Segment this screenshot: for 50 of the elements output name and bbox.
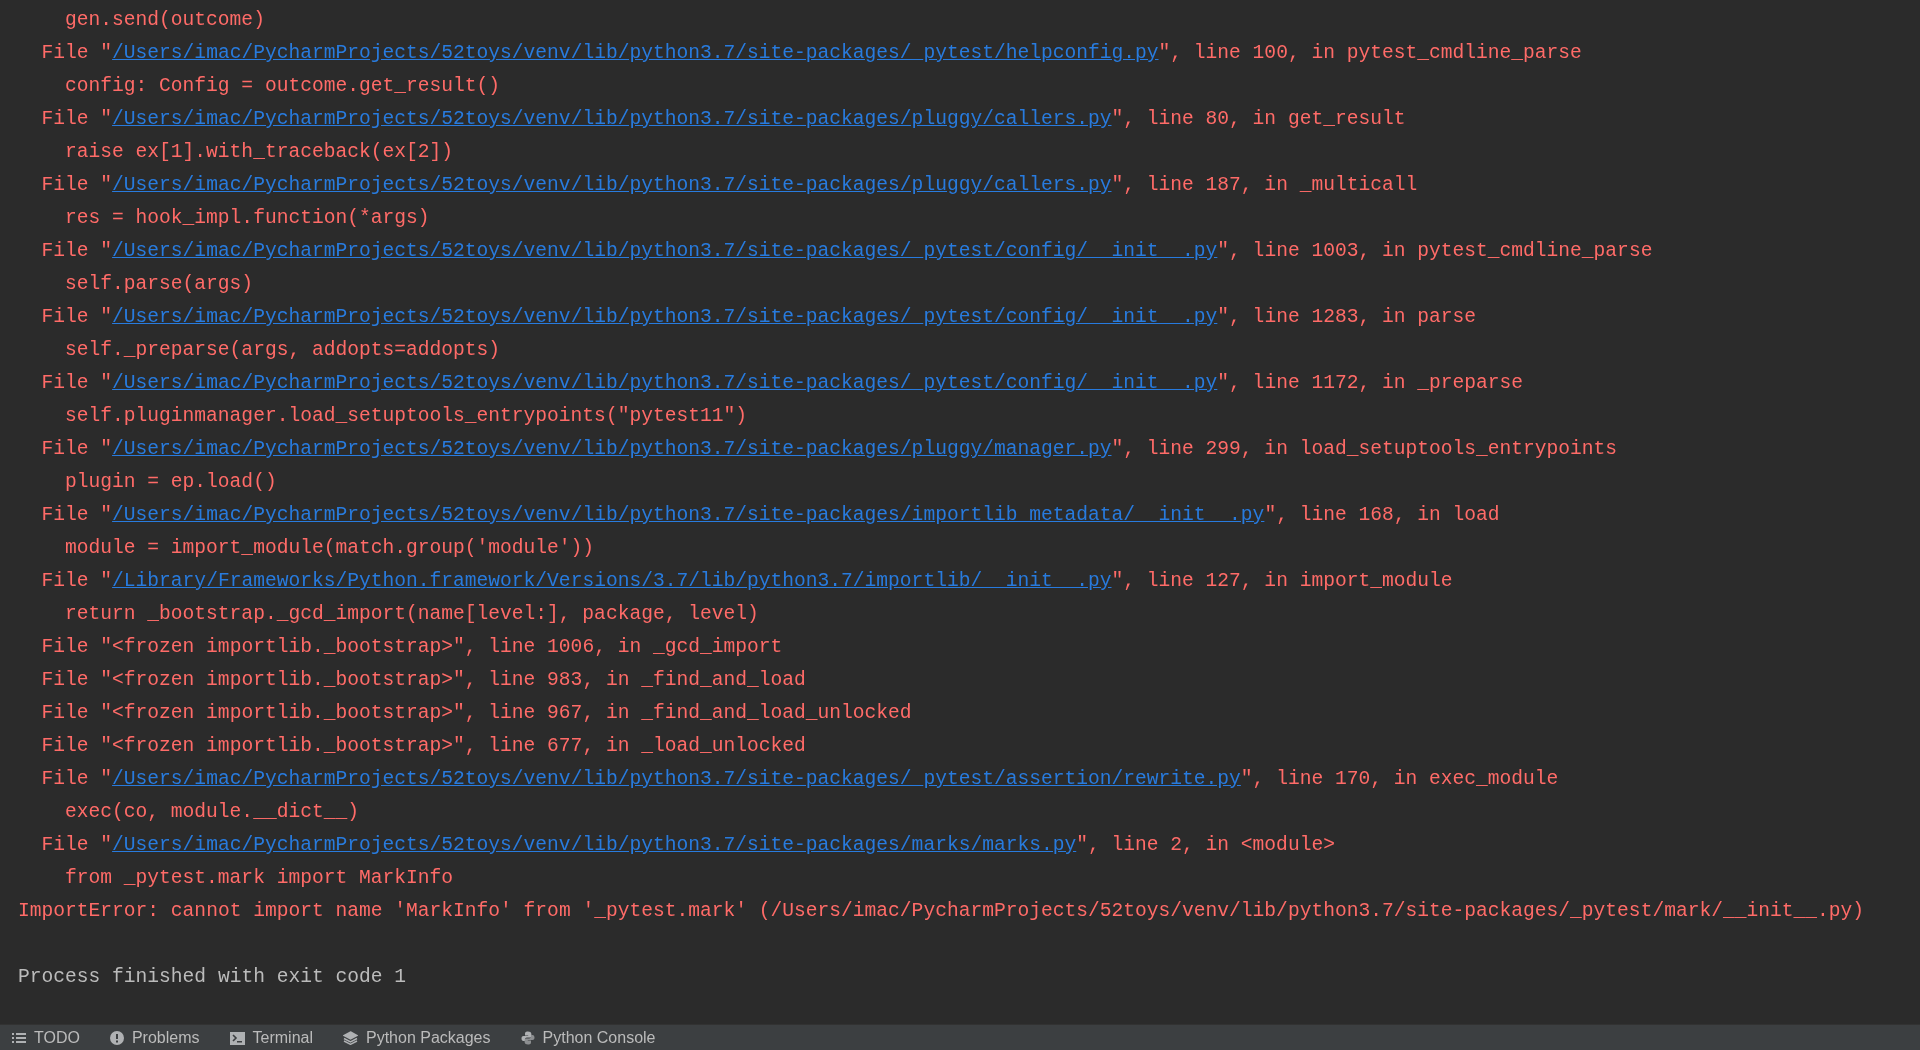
traceback-line: File "<frozen importlib._bootstrap>", line 983, in _find_and_load [41,668,806,693]
source-line: module = import_module(match.group('module')) [65,536,595,561]
source-line: exec(co, module.__dict__) [65,800,359,825]
file-path-link[interactable]: /Users/imac/PycharmProjects/52toys/venv/lib/python3.7/site-packages/_pytest/config/__init__.py [112,372,1218,394]
traceback-line: File "/Users/imac/PycharmProjects/52toys/venv/lib/python3.7/site-packages/_pytest/helpconfig.py", line 100, in pytest_cmdline_parse [41,41,1582,66]
error-message: ImportError: cannot import name 'MarkInfo' from '_pytest.mark' (/Users/imac/PycharmProjects/52toys/venv/lib/python3.7/site-packages/_pytest/mark/__init__.py) [18,899,1865,924]
warning-circle-icon [109,1031,124,1045]
traceback-line: File "/Users/imac/PycharmProjects/52toys/venv/lib/python3.7/site-packages/pluggy/manager.py", line 299, in load_setuptools_entrypoints [41,437,1618,462]
file-path-link[interactable]: /Library/Frameworks/Python.framework/Versions/3.7/lib/python3.7/importlib/__init__.py [112,570,1112,592]
exit-message: Process finished with exit code 1 [18,965,407,990]
tool-window-tab[interactable]: TODO [12,1029,80,1047]
source-line: self.parse(args) [65,272,254,297]
traceback-line: File "/Users/imac/PycharmProjects/52toys/venv/lib/python3.7/site-packages/_pytest/assertion/rewrite.py", line 170, in exec_module [41,767,1559,792]
file-path-link[interactable]: /Users/imac/PycharmProjects/52toys/venv/lib/python3.7/site-packages/pluggy/callers.py [112,108,1112,130]
file-path-link[interactable]: /Users/imac/PycharmProjects/52toys/venv/lib/python3.7/site-packages/pluggy/callers.py [112,174,1112,196]
source-line: plugin = ep.load() [65,470,277,495]
traceback-line: File "/Users/imac/PycharmProjects/52toys/venv/lib/python3.7/site-packages/pluggy/callers.py", line 187, in _multicall [41,173,1418,198]
tool-window-tab[interactable]: Problems [109,1029,200,1047]
tool-window-tab[interactable]: Python Console [520,1029,656,1047]
tool-window-tab[interactable]: Terminal [229,1029,313,1047]
file-path-link[interactable]: /Users/imac/PycharmProjects/52toys/venv/lib/python3.7/site-packages/_pytest/config/__init__.py [112,306,1218,328]
file-path-link[interactable]: /Users/imac/PycharmProjects/52toys/venv/lib/python3.7/site-packages/_pytest/helpconfig.py [112,42,1159,64]
traceback-line: File "/Users/imac/PycharmProjects/52toys/venv/lib/python3.7/site-packages/_pytest/config/__init__.py", line 1003, in pytest_cmdline_parse [41,239,1653,264]
file-path-link[interactable]: /Users/imac/PycharmProjects/52toys/venv/lib/python3.7/site-packages/importlib_metadata/__init__.py [112,504,1265,526]
source-line: config: Config = outcome.get_result() [65,74,501,99]
list-icon [12,1032,26,1044]
file-path-link[interactable]: /Users/imac/PycharmProjects/52toys/venv/lib/python3.7/site-packages/_pytest/assertion/rewrite.py [112,768,1241,790]
traceback-line: File "/Users/imac/PycharmProjects/52toys/venv/lib/python3.7/site-packages/_pytest/config/__init__.py", line 1283, in parse [41,305,1477,330]
tool-window-tab[interactable]: Python Packages [343,1029,491,1047]
source-line: from _pytest.mark import MarkInfo [65,866,454,891]
traceback-line: File "/Library/Frameworks/Python.framework/Versions/3.7/lib/python3.7/importlib/__init__.py", line 127, in import_module [41,569,1453,594]
source-line: return _bootstrap._gcd_import(name[level:], package, level) [65,602,759,627]
python-icon [520,1031,535,1045]
layers-icon [343,1031,358,1045]
terminal-icon [229,1031,245,1045]
source-line: self.pluginmanager.load_setuptools_entrypoints("pytest11") [65,404,747,429]
traceback-line: File "/Users/imac/PycharmProjects/52toys/venv/lib/python3.7/site-packages/_pytest/config/__init__.py", line 1172, in _preparse [41,371,1524,396]
traceback-line: File "<frozen importlib._bootstrap>", line 677, in _load_unlocked [41,734,806,759]
traceback-line: File "/Users/imac/PycharmProjects/52toys/venv/lib/python3.7/site-packages/marks/marks.py", line 2, in <module> [41,833,1335,858]
file-path-link[interactable]: /Users/imac/PycharmProjects/52toys/venv/lib/python3.7/site-packages/pluggy/manager.py [112,438,1112,460]
traceback-line: File "<frozen importlib._bootstrap>", line 1006, in _gcd_import [41,635,783,660]
traceback-line: File "/Users/imac/PycharmProjects/52toys/venv/lib/python3.7/site-packages/importlib_metadata/__init__.py", line 168, in load [41,503,1500,528]
source-line: gen.send(outcome) [65,8,265,33]
traceback-line: File "/Users/imac/PycharmProjects/52toys/venv/lib/python3.7/site-packages/pluggy/callers.py", line 80, in get_result [41,107,1406,132]
file-path-link[interactable]: /Users/imac/PycharmProjects/52toys/venv/lib/python3.7/site-packages/_pytest/config/__init__.py [112,240,1218,262]
source-line: raise ex[1].with_traceback(ex[2]) [65,140,454,165]
source-line: self._preparse(args, addopts=addopts) [65,338,501,363]
traceback-line: File "<frozen importlib._bootstrap>", line 967, in _find_and_load_unlocked [41,701,912,726]
source-line: res = hook_impl.function(*args) [65,206,430,231]
file-path-link[interactable]: /Users/imac/PycharmProjects/52toys/venv/lib/python3.7/site-packages/marks/marks.py [112,834,1077,856]
